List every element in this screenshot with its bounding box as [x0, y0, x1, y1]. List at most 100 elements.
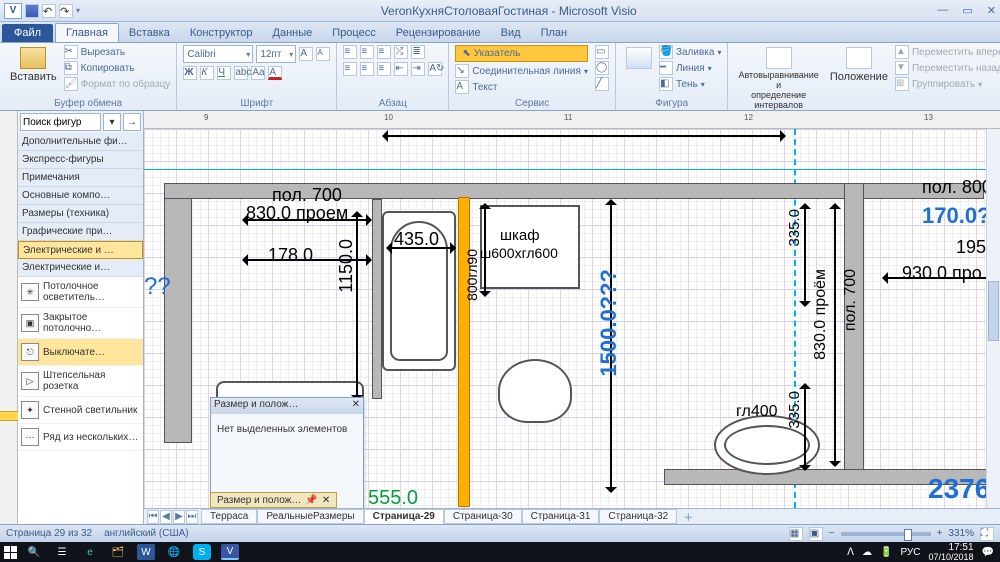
indent-dec-icon[interactable]: ⇤ [394, 62, 408, 76]
font-select[interactable]: Calibri [183, 45, 253, 63]
align-mid-icon[interactable]: ≡ [360, 45, 374, 59]
float-close-icon[interactable]: ✕ [352, 399, 360, 413]
status-lang[interactable]: английский (США) [104, 528, 189, 539]
close-button[interactable]: ✕ [987, 4, 996, 17]
clock-date[interactable]: 07/10/2018 [929, 553, 974, 562]
maximize-button[interactable]: ▭ [962, 4, 972, 17]
fontcolor-icon[interactable]: A [268, 66, 282, 80]
dim-arrow[interactable] [804, 205, 806, 305]
close-icon[interactable]: ✕ [322, 495, 330, 506]
visio-logo[interactable]: V [4, 3, 22, 19]
page-tab-active[interactable]: Страница-29 [364, 509, 444, 524]
minimize-button[interactable]: — [937, 4, 948, 17]
stencil-item[interactable]: Размеры (техника) [18, 205, 143, 223]
chrome-icon[interactable]: 🌐 [160, 542, 188, 562]
redo-icon[interactable]: ↷ [59, 4, 73, 18]
bold-icon[interactable]: Ж [183, 66, 197, 80]
tab-insert[interactable]: Вставка [119, 24, 180, 42]
zoom-out-icon[interactable]: − [829, 528, 835, 539]
shape-item[interactable]: ✦Стенной светильник [18, 397, 143, 424]
orientation-icon[interactable]: ⤮ [394, 45, 408, 59]
zoom-slider[interactable] [841, 532, 931, 536]
rotate-text-icon[interactable]: A↻ [428, 62, 442, 76]
undo-icon[interactable]: ↶ [42, 4, 56, 18]
connector-tool[interactable]: ↘Соединительная линия▾ [455, 64, 588, 78]
line-tool-icon[interactable]: ╱ [595, 77, 609, 91]
notifications-icon[interactable]: 💬 [982, 547, 994, 558]
tab-plan[interactable]: План [531, 24, 578, 42]
view-normal-icon[interactable]: ▦ [789, 527, 803, 541]
align-top-icon[interactable]: ≡ [343, 45, 357, 59]
battery-icon[interactable]: 🔋 [880, 547, 892, 558]
shape-item[interactable]: ✳Потолочное осветитель… [18, 277, 143, 308]
visio-icon[interactable]: V [221, 544, 239, 560]
strikethrough-icon[interactable]: abc [234, 66, 248, 80]
group-button[interactable]: ⊞Группировать▾ [895, 77, 1000, 91]
bullets-icon[interactable]: ≣ [411, 45, 425, 59]
view-full-icon[interactable]: ▣ [809, 527, 823, 541]
ruler-guide-marker[interactable] [0, 411, 18, 421]
pin-icon[interactable]: 📌 [305, 495, 317, 506]
dim-arrow[interactable] [384, 135, 784, 137]
save-icon[interactable] [25, 4, 39, 18]
stencil-item[interactable]: Экспресс-фигуры [18, 151, 143, 169]
underline-icon[interactable]: Ч [217, 66, 231, 80]
shape-search-input[interactable] [20, 113, 101, 131]
page-tab[interactable]: РеальныеРазмеры [257, 509, 363, 524]
wall[interactable] [164, 183, 192, 443]
lang-indicator[interactable]: РУС [900, 547, 920, 558]
shape-item[interactable]: ▷Штепсельная розетка [18, 366, 143, 397]
search-go-icon[interactable]: → [123, 113, 141, 131]
fill-button[interactable]: 🪣Заливка▾ [659, 45, 722, 59]
vertical-scrollbar[interactable] [986, 129, 1000, 508]
auto-align-button[interactable]: Автовыравнивание иопределение интервалов [734, 45, 822, 113]
page-next-icon[interactable]: ▶ [173, 510, 185, 524]
drawing-canvas[interactable]: пол. 700 830.0 проем 178.0 435.0 1150.0 … [144, 129, 1000, 508]
paste-button[interactable]: Вставить [6, 45, 61, 85]
float-tab[interactable]: Размер и полож… 📌 ✕ [210, 492, 337, 508]
zoom-value[interactable]: 331% [948, 528, 974, 539]
divider-wall[interactable] [458, 197, 470, 507]
stencil-item[interactable]: Примечания [18, 169, 143, 187]
onedrive-icon[interactable]: ☁ [862, 547, 872, 558]
guide-line[interactable] [144, 169, 1000, 170]
shrink-font-icon[interactable]: A [316, 47, 330, 61]
toilet-shape[interactable] [498, 359, 572, 423]
align-center-icon[interactable]: ≡ [360, 62, 374, 76]
tab-view[interactable]: Вид [491, 24, 531, 42]
shape-item[interactable]: ⋯Ряд из нескольких… [18, 424, 143, 451]
page-tab[interactable]: Страница-32 [599, 509, 677, 524]
rectangle-tool-icon[interactable]: ▭ [595, 45, 609, 59]
shape-item[interactable]: ▣Закрытое потолочно… [18, 308, 143, 339]
dim-arrow[interactable] [834, 205, 836, 465]
fontsize-select[interactable]: 12пт [256, 45, 296, 63]
file-tab[interactable]: Файл [2, 24, 53, 42]
scroll-thumb[interactable] [988, 281, 999, 341]
tab-process[interactable]: Процесс [322, 24, 385, 42]
position-button[interactable]: Положение [826, 45, 892, 85]
edge-icon[interactable]: e [76, 542, 104, 562]
stencil-item[interactable]: Графические при… [18, 223, 143, 241]
send-backward-button[interactable]: ▼Переместить назад▾ [895, 61, 1000, 75]
search-icon[interactable]: 🔍 [20, 542, 48, 562]
highlight-icon[interactable]: Aa [251, 66, 265, 80]
align-bot-icon[interactable]: ≡ [377, 45, 391, 59]
tab-home[interactable]: Главная [55, 23, 119, 42]
ellipse-tool-icon[interactable]: ◯ [595, 61, 609, 75]
page-tab[interactable]: Страница-30 [444, 509, 522, 524]
tab-design[interactable]: Конструктор [180, 24, 263, 42]
shape-item-selected[interactable]: ⎋Выключате… [18, 339, 143, 366]
align-right-icon[interactable]: ≡ [377, 62, 391, 76]
stencil-item-selected[interactable]: Электрические и … [18, 241, 143, 259]
new-page-icon[interactable]: ＋ [677, 509, 699, 524]
bring-forward-button[interactable]: ▲Переместить вперед▾ [895, 45, 1000, 59]
copy-button[interactable]: ⧉Копировать [64, 61, 171, 75]
explorer-icon[interactable]: 🗂 [104, 542, 132, 562]
tab-review[interactable]: Рецензирование [386, 24, 491, 42]
shadow-button[interactable]: ◧Тень▾ [659, 77, 722, 91]
align-left-icon[interactable]: ≡ [343, 62, 357, 76]
stencil-item[interactable]: Основные компо… [18, 187, 143, 205]
pointer-tool[interactable]: ⬉Указатель [455, 45, 588, 62]
page-tab[interactable]: Терраса [201, 509, 257, 524]
tray-arrow-icon[interactable]: ᐱ [847, 547, 854, 558]
